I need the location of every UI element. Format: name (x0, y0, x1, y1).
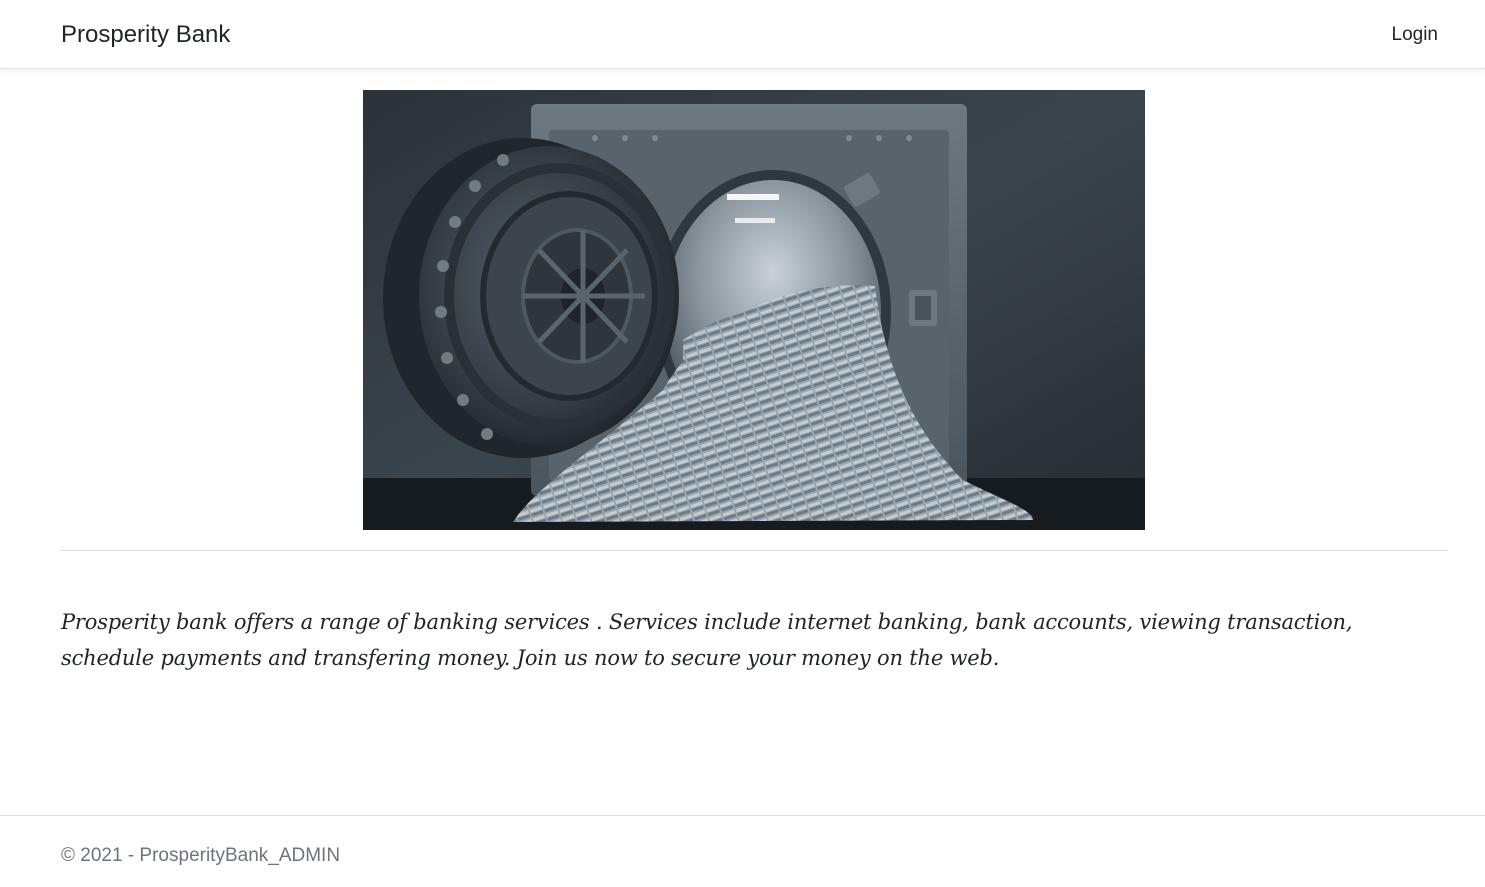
bank-vault-image (363, 90, 1145, 530)
brand-link[interactable]: Prosperity Bank (61, 19, 230, 51)
section-divider (60, 550, 1448, 551)
page-footer: © 2021 - ProsperityBank_ADMIN (0, 815, 1485, 887)
footer-copyright: © 2021 - ProsperityBank_ADMIN (61, 845, 341, 866)
intro-paragraph: Prosperity bank offers a range of bankin… (61, 610, 1353, 670)
top-navbar: Prosperity Bank Login (0, 0, 1485, 69)
login-link[interactable]: Login (1392, 23, 1439, 47)
